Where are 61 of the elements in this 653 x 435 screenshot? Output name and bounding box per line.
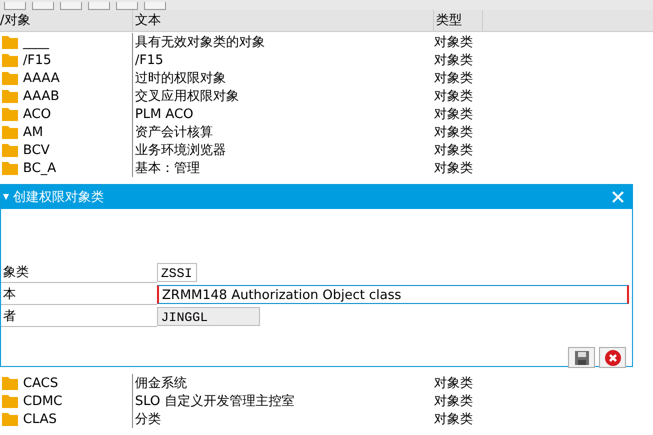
table-cell: AAAA	[23, 70, 60, 86]
toolbar-button[interactable]	[32, 2, 54, 10]
table-cell-text: 业务环境浏览器	[134, 142, 227, 159]
table-cell-text: 对象类	[434, 52, 474, 69]
table-cell: /F15	[23, 52, 52, 68]
table-cell-text: 交叉应用权限对象	[134, 88, 240, 105]
folder-icon	[2, 125, 18, 139]
table-cell-text: 对象类	[434, 393, 474, 410]
table-cell: CDMC	[23, 394, 62, 408]
table-cell-text: PLM ACO	[134, 106, 194, 122]
toolbar-button[interactable]	[144, 2, 166, 10]
table-cell-text: SLO 自定义开发管理主控室	[134, 393, 296, 410]
table-cell-text: 对象类	[434, 411, 474, 428]
table-cell-text: 佣金系统	[134, 375, 188, 392]
toolbar-button[interactable]	[88, 2, 110, 10]
triangle-icon	[3, 193, 9, 201]
table-cell-text: 对象类	[434, 88, 474, 105]
table-cell-text: /F15	[134, 52, 164, 68]
input-field[interactable]: ZRMM148 Authorization Object class	[157, 284, 629, 304]
folder-icon	[2, 89, 18, 103]
table-cell: AAAB	[23, 88, 60, 104]
folder-icon	[2, 376, 18, 390]
toolbar-button[interactable]	[60, 2, 82, 10]
folder-icon	[2, 107, 18, 121]
table-cell-text: 对象类	[434, 160, 474, 177]
folder-icon	[2, 71, 18, 85]
save-button[interactable]	[568, 347, 595, 368]
folder-icon	[2, 412, 18, 426]
table-cell: ____	[23, 34, 49, 50]
input-field[interactable]: ZSSI	[157, 262, 197, 282]
table-cell-text: 对象类	[434, 142, 474, 159]
folder-icon	[2, 53, 18, 67]
toolbar-button[interactable]	[116, 2, 138, 10]
table-cell-text: 对象类	[434, 70, 474, 87]
table-cell: BC_A	[23, 160, 56, 176]
table-cell-text: 对象类	[434, 375, 474, 392]
table-cell-text: 基本：管理	[134, 160, 201, 177]
cancel-icon	[604, 348, 622, 366]
table-cell-text: 资产会计核算	[134, 124, 214, 141]
table-cell-text: 过时的权限对象	[134, 70, 227, 87]
dialog-title: 创建权限对象类	[13, 189, 105, 206]
cancel-button[interactable]	[599, 347, 626, 368]
table-cell: AM	[23, 124, 44, 140]
folder-icon	[2, 143, 18, 157]
table-cell-text: 对象类	[434, 106, 474, 123]
table-cell-text: 具有无效对象类的对象	[134, 34, 266, 51]
table-cell-text: 对象类	[434, 34, 474, 51]
folder-icon	[2, 161, 18, 175]
table-cell-text: 分类	[134, 411, 162, 428]
folder-icon	[2, 394, 18, 408]
table-cell: CLAS	[23, 412, 57, 426]
column-header: /对象	[0, 10, 133, 31]
table-cell: BCV	[23, 142, 50, 158]
folder-icon	[2, 35, 18, 49]
table-cell: CACS	[23, 376, 58, 390]
close-icon[interactable]	[612, 191, 624, 203]
column-header: 文本	[133, 10, 434, 31]
table-cell: ACO	[23, 106, 51, 122]
toolbar-button[interactable]	[4, 2, 26, 10]
table-cell-text: 对象类	[434, 124, 474, 141]
column-header: 类型	[434, 10, 483, 31]
